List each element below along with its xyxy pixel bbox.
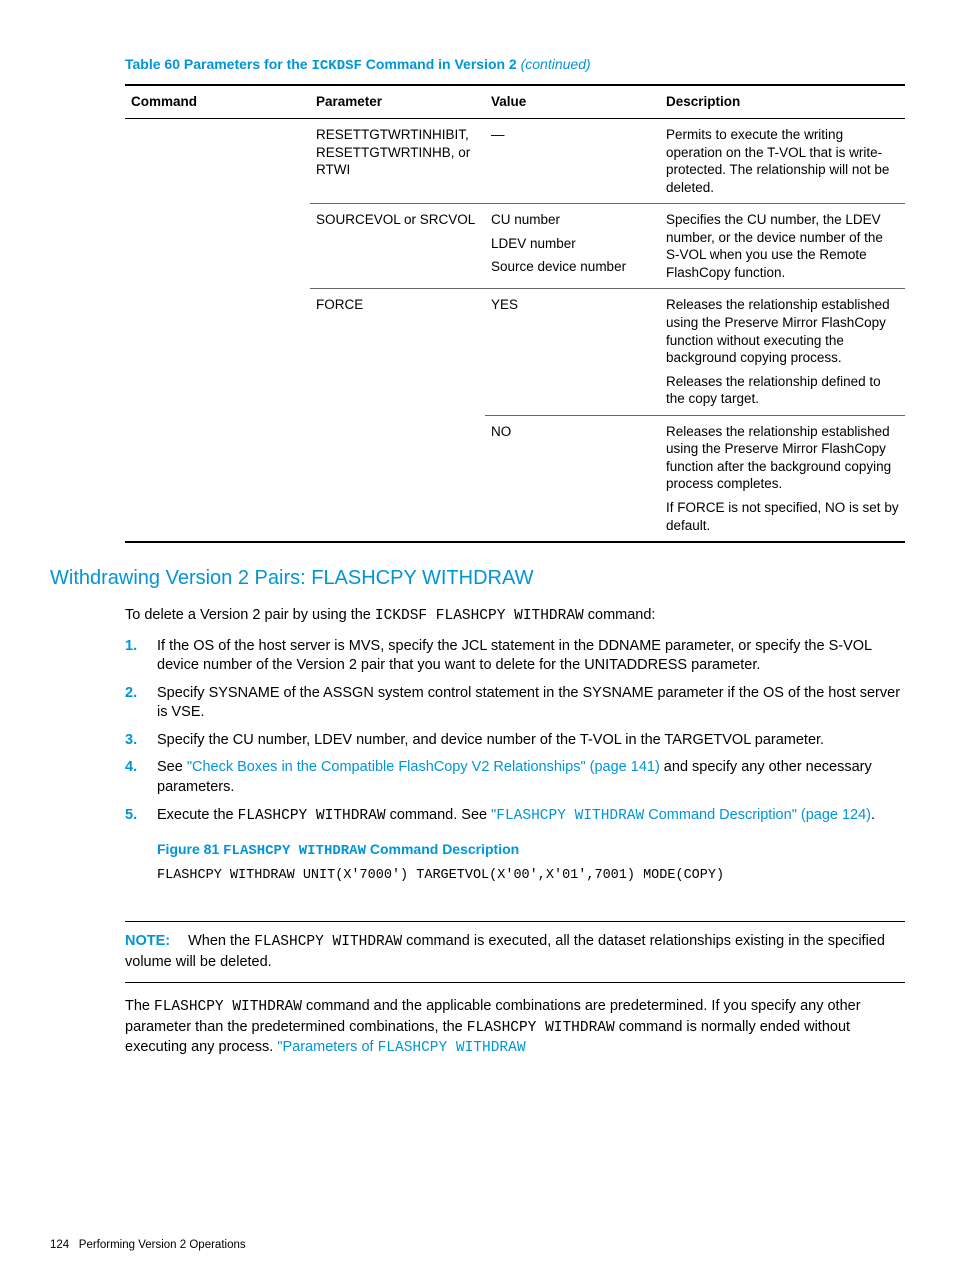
code-text: FLASHCPY WITHDRAW xyxy=(467,1020,615,1036)
link-text: Command Description" (page 124) xyxy=(644,807,871,823)
cell-value: YES xyxy=(485,289,660,415)
intro-paragraph: To delete a Version 2 pair by using the … xyxy=(125,606,909,627)
trailing-paragraph: The FLASHCPY WITHDRAW command and the ap… xyxy=(125,997,905,1059)
figure-caption: Figure 81 FLASHCPY WITHDRAW Command Desc… xyxy=(157,840,909,861)
note-block: NOTE:When the FLASHCPY WITHDRAW command … xyxy=(125,932,905,972)
table-row: SOURCEVOL or SRCVOL CU number LDEV numbe… xyxy=(125,204,905,289)
th-parameter: Parameter xyxy=(310,85,485,119)
th-description: Description xyxy=(660,85,905,119)
desc-para: Releases the relationship established us… xyxy=(666,423,899,493)
steps-list: 1. If the OS of the host server is MVS, s… xyxy=(125,637,909,827)
cross-reference-link[interactable]: "FLASHCPY WITHDRAW Command Description" … xyxy=(491,807,871,823)
footer-title: Performing Version 2 Operations xyxy=(79,1239,246,1251)
text: The xyxy=(125,998,154,1014)
text: To delete a Version 2 pair by using the xyxy=(125,607,375,623)
page-footer: 124 Performing Version 2 Operations xyxy=(50,1238,246,1254)
cell-value: NO xyxy=(485,415,660,542)
step-number: 5. xyxy=(125,806,137,826)
note-label: NOTE: xyxy=(125,933,170,949)
table-row: FORCE YES Releases the relationship esta… xyxy=(125,289,905,415)
page-number: 124 xyxy=(50,1239,69,1251)
desc-para: Releases the relationship established us… xyxy=(666,296,899,366)
step-number: 3. xyxy=(125,731,137,751)
link-code: FLASHCPY WITHDRAW xyxy=(496,808,644,824)
cell-command xyxy=(125,415,310,542)
step-text: See xyxy=(157,759,187,775)
table-row: RESETTGTWRTINHIBIT, RESETTGTWRTINHB, or … xyxy=(125,119,905,204)
desc-para: Releases the relationship defined to the… xyxy=(666,373,899,408)
cell-value: CU number LDEV number Source device numb… xyxy=(485,204,660,289)
section-heading: Withdrawing Version 2 Pairs: FLASHCPY WI… xyxy=(50,565,909,592)
table-header-row: Command Parameter Value Description xyxy=(125,85,905,119)
code-text: FLASHCPY WITHDRAW xyxy=(154,999,302,1015)
code-text: ICKDSF FLASHCPY WITHDRAW xyxy=(375,608,584,624)
cell-parameter: RESETTGTWRTINHIBIT, RESETTGTWRTINHB, or … xyxy=(310,119,485,204)
table-caption: Table 60 Parameters for the ICKDSF Comma… xyxy=(125,55,909,76)
step-text: command. See xyxy=(386,807,492,823)
value-line: CU number xyxy=(491,211,654,229)
cross-reference-link[interactable]: "Check Boxes in the Compatible FlashCopy… xyxy=(187,759,660,775)
list-item: 2. Specify SYSNAME of the ASSGN system co… xyxy=(125,684,909,723)
caption-prefix: Figure 81 xyxy=(157,841,223,857)
cross-reference-link[interactable]: "Parameters of FLASHCPY WITHDRAW xyxy=(277,1039,525,1055)
caption-code: ICKDSF xyxy=(311,58,361,74)
divider xyxy=(125,921,905,922)
cell-description: Specifies the CU number, the LDEV number… xyxy=(660,204,905,289)
list-item: 1. If the OS of the host server is MVS, s… xyxy=(125,637,909,676)
step-text: Specify SYSNAME of the ASSGN system cont… xyxy=(157,685,900,721)
cell-description: Releases the relationship established us… xyxy=(660,289,905,415)
parameters-table: Command Parameter Value Description RESE… xyxy=(125,84,905,543)
caption-suffix: Command in Version 2 xyxy=(362,56,521,72)
code-text: FLASHCPY WITHDRAW xyxy=(238,808,386,824)
cell-parameter: SOURCEVOL or SRCVOL xyxy=(310,204,485,289)
cell-value: — xyxy=(485,119,660,204)
caption-suffix: Command Description xyxy=(366,841,519,857)
step-text: Specify the CU number, LDEV number, and … xyxy=(157,732,824,748)
step-number: 1. xyxy=(125,637,137,657)
list-item: 5. Execute the FLASHCPY WITHDRAW command.… xyxy=(125,806,909,827)
caption-continued: (continued) xyxy=(521,56,591,72)
divider xyxy=(125,982,905,983)
cell-command xyxy=(125,289,310,415)
step-number: 4. xyxy=(125,758,137,778)
cell-description: Permits to execute the writing operation… xyxy=(660,119,905,204)
text: command: xyxy=(584,607,656,623)
th-command: Command xyxy=(125,85,310,119)
value-line: Source device number xyxy=(491,258,654,276)
caption-code: FLASHCPY WITHDRAW xyxy=(223,843,366,859)
note-text: When the xyxy=(188,933,254,949)
cell-description: Releases the relationship established us… xyxy=(660,415,905,542)
cell-command xyxy=(125,119,310,204)
code-text: FLASHCPY WITHDRAW xyxy=(254,934,402,950)
link-text: "Parameters of xyxy=(277,1039,377,1055)
caption-prefix: Table 60 Parameters for the xyxy=(125,56,311,72)
list-item: 3. Specify the CU number, LDEV number, an… xyxy=(125,731,909,751)
code-block: FLASHCPY WITHDRAW UNIT(X'7000') TARGETVO… xyxy=(157,867,909,885)
desc-para: If FORCE is not specified, NO is set by … xyxy=(666,499,899,534)
step-number: 2. xyxy=(125,684,137,704)
cell-parameter xyxy=(310,415,485,542)
th-value: Value xyxy=(485,85,660,119)
cell-command xyxy=(125,204,310,289)
step-text: If the OS of the host server is MVS, spe… xyxy=(157,638,872,674)
step-text: Execute the xyxy=(157,807,238,823)
value-line: LDEV number xyxy=(491,235,654,253)
cell-parameter: FORCE xyxy=(310,289,485,415)
list-item: 4. See "Check Boxes in the Compatible Fla… xyxy=(125,758,909,797)
link-code: FLASHCPY WITHDRAW xyxy=(378,1040,526,1056)
table-row: NO Releases the relationship established… xyxy=(125,415,905,542)
step-text: . xyxy=(871,807,875,823)
